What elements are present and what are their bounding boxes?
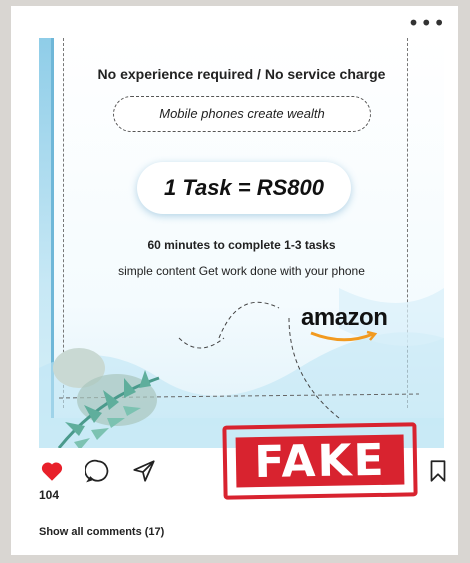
amazon-smile-icon [310, 330, 378, 342]
fake-stamp: FAKE [222, 422, 418, 500]
amazon-logo: amazon [301, 304, 388, 331]
like-count: 104 [39, 488, 60, 502]
slogan-pill: Mobile phones create wealth [113, 96, 371, 132]
fake-stamp-label: FAKE [235, 434, 405, 488]
post-card: ••• No experience required / No service … [11, 6, 458, 555]
dashed-border-right [407, 38, 408, 408]
more-horizontal-icon[interactable]: ••• [408, 11, 446, 35]
task-duration-text: 60 minutes to complete 1-3 tasks [147, 238, 336, 252]
post-image: No experience required / No service char… [39, 38, 444, 448]
show-all-comments-link[interactable]: Show all comments (17) [39, 526, 164, 538]
offer-cloud: 1 Task = RS800 [137, 162, 351, 214]
send-icon[interactable] [131, 458, 157, 484]
bookmark-icon[interactable] [425, 458, 451, 484]
headline-text: No experience required / No service char… [97, 66, 386, 82]
plant-illustration [53, 348, 160, 448]
heart-filled-icon[interactable] [39, 458, 65, 484]
task-description-text: simple content Get work done with your p… [118, 264, 365, 278]
comment-icon[interactable] [85, 458, 111, 484]
